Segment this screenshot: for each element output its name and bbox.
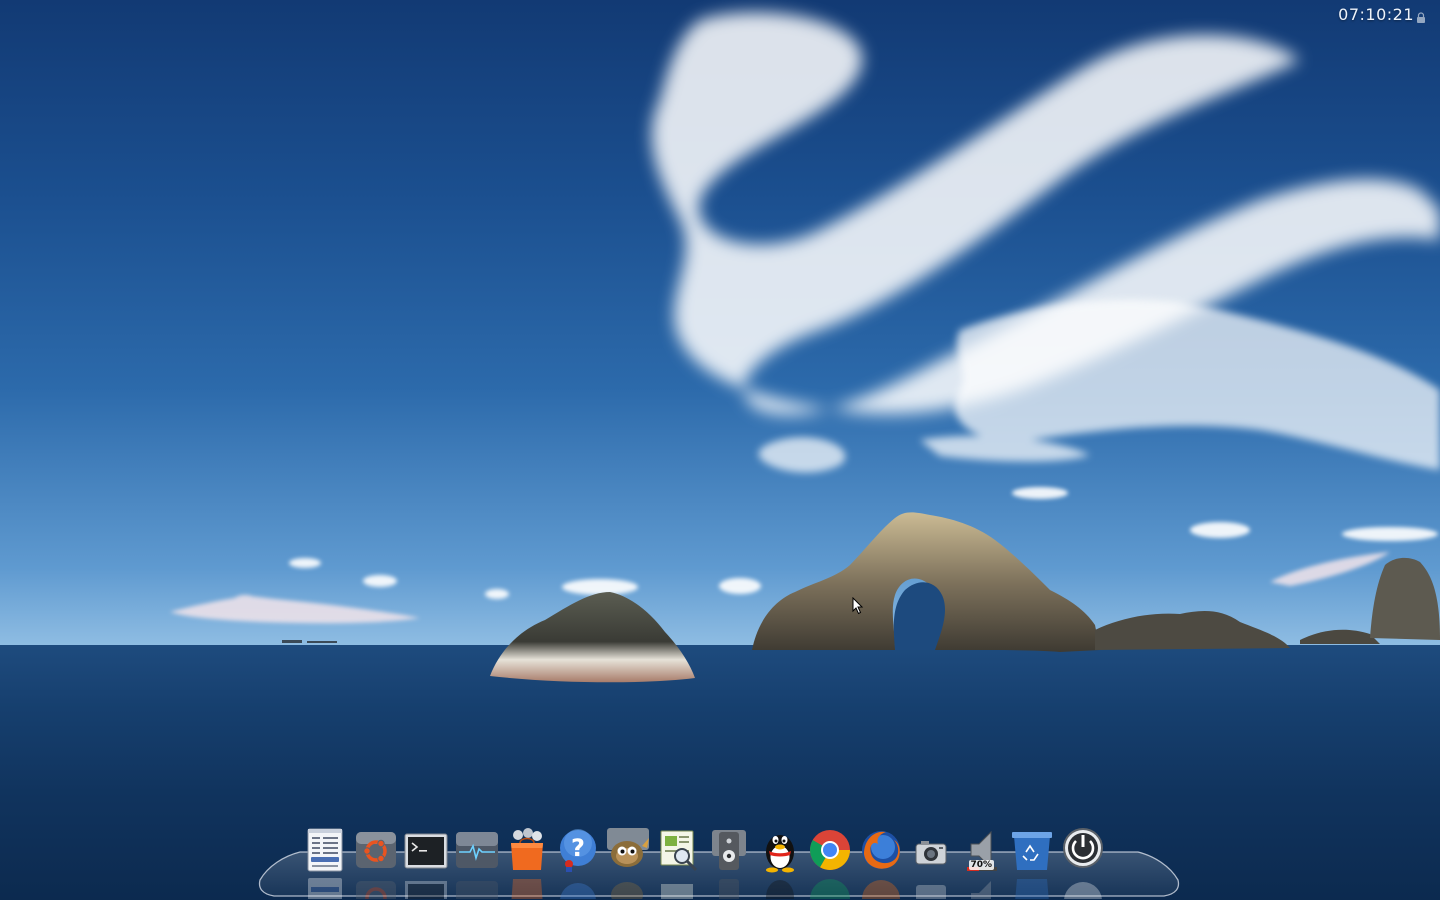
dock-item-shutdown[interactable] bbox=[1058, 826, 1108, 900]
dock-item-software-store[interactable] bbox=[502, 826, 552, 900]
dock-reflection bbox=[403, 875, 449, 899]
camera-icon bbox=[915, 841, 947, 865]
dock-item-media-player[interactable] bbox=[704, 826, 754, 900]
speaker-player-icon bbox=[712, 830, 746, 870]
dock-reflection bbox=[605, 875, 651, 899]
file-cabinet-icon bbox=[307, 828, 343, 872]
dock-item-trash[interactable] bbox=[1007, 826, 1057, 900]
document-viewer-icon bbox=[660, 830, 697, 872]
qq-penguin-icon bbox=[765, 835, 794, 873]
dock-item-gimp[interactable] bbox=[603, 826, 653, 900]
dock-reflection bbox=[302, 875, 348, 899]
volume-level-label: 70% bbox=[968, 860, 995, 870]
dock-item-terminal[interactable] bbox=[401, 826, 451, 900]
desktop[interactable]: 07:10:21 ? 70% bbox=[0, 0, 1440, 900]
ubuntu-logo-icon bbox=[355, 832, 396, 868]
dock-reflection bbox=[807, 875, 853, 899]
heartbeat-monitor-icon bbox=[455, 832, 498, 868]
dock-reflection bbox=[959, 875, 1005, 899]
firefox-browser-icon bbox=[861, 831, 900, 869]
chrome-browser-icon bbox=[810, 830, 850, 870]
dock-reflection bbox=[908, 875, 954, 899]
dock-reflection bbox=[706, 875, 752, 899]
dock-item-system-monitor[interactable] bbox=[452, 826, 502, 900]
dock-item-screenshot[interactable] bbox=[906, 826, 956, 900]
dock-item-ubuntu-software[interactable] bbox=[351, 826, 401, 900]
dock-reflection bbox=[454, 875, 500, 899]
wallpaper-scenery bbox=[170, 12, 1440, 683]
dock-item-volume[interactable]: 70% bbox=[957, 826, 1007, 900]
svg-text:?: ? bbox=[571, 834, 585, 862]
dock-reflection bbox=[656, 875, 702, 899]
dock-item-file-manager[interactable] bbox=[300, 826, 350, 900]
dock-item-document-viewer[interactable] bbox=[654, 826, 704, 900]
dock-reflection bbox=[1060, 875, 1106, 899]
dock-item-chrome[interactable] bbox=[805, 826, 855, 900]
shopping-bag-icon bbox=[511, 828, 543, 870]
dock-item-firefox[interactable] bbox=[856, 826, 906, 900]
terminal-icon bbox=[404, 833, 448, 869]
dock-reflection bbox=[757, 875, 803, 899]
lock-icon[interactable] bbox=[1416, 12, 1426, 23]
dock-item-qq[interactable] bbox=[755, 826, 805, 900]
gimp-wilber-icon bbox=[607, 828, 649, 867]
dock-reflection bbox=[1009, 875, 1055, 899]
dock-item-help[interactable]: ? bbox=[553, 826, 603, 900]
dock-reflection bbox=[858, 875, 904, 899]
dock-reflection bbox=[353, 875, 399, 899]
mouse-cursor bbox=[852, 597, 864, 615]
dock-reflection bbox=[504, 875, 550, 899]
clock[interactable]: 07:10:21 bbox=[1338, 5, 1414, 24]
help-question-icon: ? bbox=[559, 829, 596, 872]
power-icon bbox=[1062, 828, 1103, 868]
dock-reflection bbox=[555, 875, 601, 899]
recycle-bin-icon bbox=[1012, 832, 1052, 870]
dock: ? 70% bbox=[300, 826, 1140, 900]
